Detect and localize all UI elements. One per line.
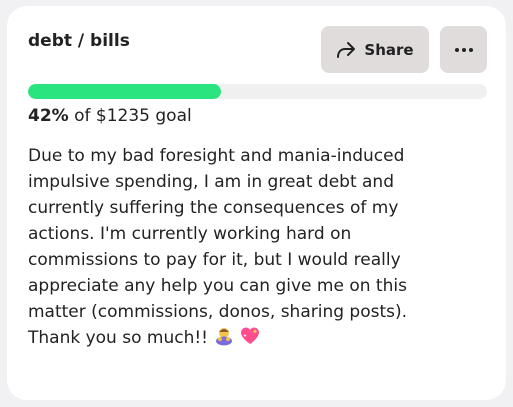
campaign-card: debt / bills Share 42% of $1235 goal Due… (7, 6, 506, 400)
goal-amount-text: of $1235 goal (68, 106, 192, 126)
share-button-label: Share (364, 40, 414, 59)
progress-bar (28, 84, 487, 99)
more-dots-icon (454, 47, 459, 52)
more-dots-icon (468, 47, 473, 52)
share-arrow-icon (337, 41, 356, 58)
campaign-title: debt / bills (28, 31, 130, 51)
more-dots-icon (461, 47, 466, 52)
person-bowing-emoji (214, 326, 234, 346)
sparkling-heart-emoji (240, 326, 260, 346)
progress-bar-fill (28, 84, 221, 99)
share-button[interactable]: Share (321, 26, 429, 73)
campaign-description-text: Due to my bad foresight and mania-induce… (28, 146, 408, 348)
progress-percent: 42% (28, 106, 69, 126)
more-options-button[interactable] (440, 26, 487, 73)
goal-progress-text: 42% of $1235 goal (28, 106, 192, 126)
campaign-description: Due to my bad foresight and mania-induce… (28, 143, 458, 351)
